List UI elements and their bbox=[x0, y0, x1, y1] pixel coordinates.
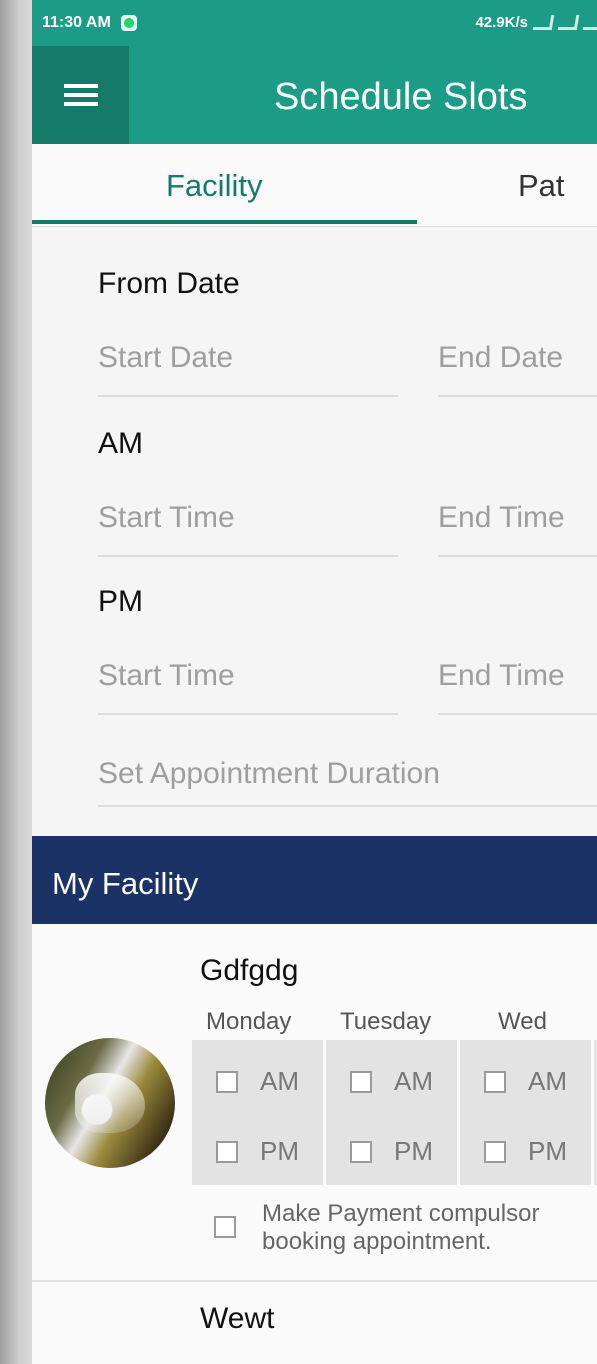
am-label: AM bbox=[98, 427, 143, 460]
slot-label: PM bbox=[260, 1136, 299, 1166]
am-end-underline bbox=[438, 555, 597, 557]
start-date-underline bbox=[98, 395, 398, 397]
status-time: 11:30 AM bbox=[42, 14, 111, 31]
wed-pm-checkbox[interactable]: PM bbox=[484, 1136, 567, 1167]
checkbox-icon bbox=[484, 1070, 506, 1093]
am-start-time-input[interactable]: Start Time bbox=[98, 501, 235, 535]
monday-am-checkbox[interactable]: AM bbox=[216, 1066, 299, 1097]
end-date-input[interactable]: End Date bbox=[438, 341, 563, 375]
from-date-label: From Date bbox=[98, 267, 240, 300]
pm-start-time-input[interactable]: Start Time bbox=[98, 659, 235, 693]
wed-slots: AM PM bbox=[460, 1040, 591, 1185]
payment-compulsory-label: Make Payment compulsor booking appointme… bbox=[262, 1200, 540, 1255]
checkbox-icon bbox=[484, 1140, 506, 1163]
tuesday-am-checkbox[interactable]: AM bbox=[350, 1066, 433, 1097]
phone-screen: 11:30 AM 42.9K/s Schedule Slots Facility… bbox=[32, 0, 597, 1364]
network-speed: 42.9K/s bbox=[475, 14, 528, 31]
facility-avatar[interactable] bbox=[45, 1038, 175, 1168]
menu-button[interactable] bbox=[32, 46, 129, 144]
slot-label: PM bbox=[394, 1136, 433, 1166]
facility-name-2: Wewt bbox=[200, 1302, 275, 1335]
pm-start-underline bbox=[98, 713, 398, 715]
checkbox-icon bbox=[216, 1140, 238, 1163]
slot-label: AM bbox=[260, 1066, 299, 1096]
day-header-tuesday: Tuesday bbox=[340, 1008, 432, 1035]
checkbox-icon bbox=[216, 1070, 238, 1093]
data-transfer-icon bbox=[557, 15, 580, 30]
status-indicators: 42.9K/s bbox=[475, 14, 597, 31]
tuesday-slots: AM PM bbox=[326, 1040, 457, 1185]
payment-compulsory-checkbox[interactable]: Make Payment compulsor booking appointme… bbox=[214, 1200, 597, 1256]
monday-pm-checkbox[interactable]: PM bbox=[216, 1136, 299, 1167]
left-shadow bbox=[0, 0, 32, 1364]
start-date-input[interactable]: Start Date bbox=[98, 341, 233, 375]
tuesday-pm-checkbox[interactable]: PM bbox=[350, 1136, 433, 1167]
day-header-monday: Monday bbox=[206, 1008, 292, 1035]
end-date-underline bbox=[438, 395, 597, 397]
am-start-underline bbox=[98, 555, 398, 557]
slot-label: AM bbox=[394, 1066, 433, 1096]
schedule-form: From Date Start Date End Date AM Start T… bbox=[32, 227, 597, 839]
wed-am-checkbox[interactable]: AM bbox=[484, 1066, 567, 1097]
tab-facility[interactable]: Facility bbox=[166, 168, 262, 204]
signal-icon bbox=[532, 15, 555, 30]
appointment-duration-input[interactable]: Set Appointment Duration bbox=[98, 757, 440, 791]
facility-card-2 bbox=[32, 1282, 597, 1364]
app-bar: Schedule Slots bbox=[32, 46, 597, 144]
facility-name: Gdfgdg bbox=[200, 954, 299, 987]
checkbox-icon bbox=[350, 1140, 372, 1163]
tab-bar: Facility Pat bbox=[32, 144, 597, 227]
duration-underline bbox=[98, 805, 597, 807]
facility-card: Gdfgdg Monday Tuesday Wed AM PM AM PM AM… bbox=[32, 924, 597, 1282]
tab-indicator bbox=[32, 220, 417, 224]
page-title: Schedule Slots bbox=[274, 76, 528, 118]
tab-patient[interactable]: Pat bbox=[518, 168, 565, 204]
pm-end-time-input[interactable]: End Time bbox=[438, 659, 565, 693]
whatsapp-icon bbox=[120, 15, 137, 31]
day-header-wed: Wed bbox=[498, 1008, 547, 1035]
checkbox-icon bbox=[350, 1070, 372, 1093]
status-bar: 11:30 AM 42.9K/s bbox=[32, 0, 597, 46]
pm-end-underline bbox=[438, 713, 597, 715]
checkbox-icon bbox=[214, 1216, 236, 1238]
hamburger-menu-icon bbox=[63, 84, 98, 106]
slot-label: PM bbox=[528, 1136, 567, 1166]
my-facility-header: My Facility bbox=[32, 836, 597, 924]
pm-label: PM bbox=[98, 585, 143, 618]
slot-label: AM bbox=[528, 1066, 567, 1096]
am-end-time-input[interactable]: End Time bbox=[438, 501, 565, 535]
monday-slots: AM PM bbox=[192, 1040, 323, 1185]
signal-icon-2 bbox=[582, 15, 597, 30]
